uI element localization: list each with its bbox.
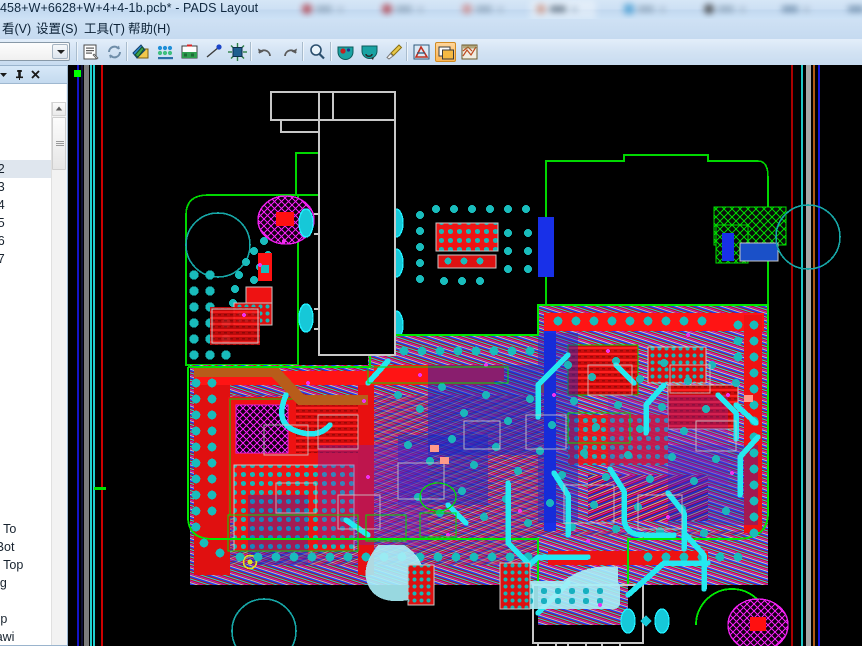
layer-list-item[interactable]: 3 (0, 376, 52, 394)
layer-list-item[interactable]: ayer 2 (0, 160, 52, 178)
menu-settings[interactable]: 设置(S) (36, 21, 78, 37)
blurred-tab (698, 0, 758, 19)
layer-list-item-empty[interactable] (0, 286, 52, 304)
layer-display-panel: ayer 2ayer 3ayer 4ayer 5ayer 6ayer 70123… (0, 65, 68, 646)
layer-list-item[interactable]: 5 (0, 412, 52, 430)
menu-help[interactable]: 帮助(H) (128, 21, 170, 37)
layer-list-item-empty[interactable] (0, 268, 52, 286)
scroll-up-icon[interactable] (52, 102, 66, 116)
layer-list-item[interactable]: ly Drawi (0, 628, 52, 645)
layer-list[interactable]: ayer 2ayer 3ayer 4ayer 5ayer 6ayer 70123… (0, 88, 52, 645)
blurred-tab (456, 0, 516, 19)
refresh-icon[interactable] (104, 42, 125, 62)
layer-list-item[interactable]: 4 (0, 394, 52, 412)
layer-list-item[interactable]: Mask Top (0, 556, 52, 574)
properties-icon[interactable] (80, 42, 101, 62)
layer-list-item[interactable]: 8 (0, 466, 52, 484)
component-chip-icon[interactable] (227, 42, 248, 62)
layer-list-item[interactable]: 5 (0, 592, 52, 610)
undo-icon[interactable] (255, 42, 276, 62)
board-outline-icon[interactable] (179, 42, 200, 62)
obscured-tab-strip (278, 0, 862, 19)
layer-list-item[interactable]: lask Bot (0, 538, 52, 556)
layer-list-item[interactable]: ayer 3 (0, 178, 52, 196)
layer-list-item[interactable]: ayer 4 (0, 196, 52, 214)
design-toolbar-icon[interactable] (131, 42, 152, 62)
main-toolbar: er 2 (0, 39, 862, 66)
blurred-tab (296, 0, 356, 19)
drc-check-icon[interactable] (335, 42, 356, 62)
blurred-tab (376, 0, 436, 19)
layer-list-item[interactable]: 0 (0, 502, 52, 520)
export-dxf-icon[interactable] (411, 42, 432, 62)
title-bar: 458+W+6628+W+4+4-1b.pcb* - PADS Layout (0, 0, 862, 19)
scrollbar-thumb[interactable] (52, 117, 66, 170)
pads-router-icon[interactable] (459, 42, 480, 62)
window-title: 458+W+6628+W+4+4-1b.pcb* - PADS Layout (0, 1, 259, 15)
layer-list-item[interactable]: Mask To (0, 520, 52, 538)
layer-list-item-empty[interactable] (0, 142, 52, 160)
redo-icon[interactable] (279, 42, 300, 62)
pcb-canvas[interactable] (68, 65, 862, 646)
origin-marker-icon (74, 70, 81, 77)
layer-list-item-empty[interactable] (0, 124, 52, 142)
pads-layout-window: 458+W+6628+W+4+4-1b.pcb* - PADS Layout 看… (0, 0, 862, 646)
layer-list-item[interactable]: 6 (0, 430, 52, 448)
layer-list-item-empty[interactable] (0, 304, 52, 322)
blurred-tab (778, 0, 832, 19)
active-layer-combo[interactable]: er 2 (0, 42, 70, 61)
layer-list-item[interactable]: ayer 7 (0, 250, 52, 268)
net-highlight-icon[interactable] (359, 42, 380, 62)
panel-menu-icon[interactable] (0, 68, 10, 81)
layer-list-item[interactable]: en Top (0, 610, 52, 628)
menu-tools[interactable]: 工具(T) (84, 21, 125, 37)
layer-list-item[interactable]: 0 (0, 322, 52, 340)
layer-list-item[interactable]: rawing (0, 574, 52, 592)
layer-list-item-empty[interactable] (0, 88, 52, 106)
panel-close-icon[interactable] (29, 68, 42, 81)
layer-list-item[interactable]: 2 (0, 358, 52, 376)
layer-list-item[interactable]: ayer 6 (0, 232, 52, 250)
layer-stack-icon[interactable] (435, 42, 456, 62)
layer-list-item[interactable]: ayer 5 (0, 214, 52, 232)
layer-list-item[interactable]: 1 (0, 340, 52, 358)
layer-list-scrollbar[interactable] (51, 102, 66, 645)
layer-list-item[interactable]: 7 (0, 448, 52, 466)
layer-list-body: ayer 2ayer 3ayer 4ayer 5ayer 6ayer 70123… (0, 84, 66, 645)
layer-list-item[interactable]: 9 (0, 484, 52, 502)
menu-bar: 看(V) 设置(S) 工具(T) 帮助(H) (0, 19, 862, 39)
chevron-down-icon[interactable] (52, 44, 68, 59)
blurred-tab (844, 0, 862, 19)
blurred-tab-active (530, 0, 596, 19)
menu-view[interactable]: 看(V) (2, 21, 31, 37)
brush-sweep-icon[interactable] (383, 42, 404, 62)
route-trace-icon[interactable] (203, 42, 224, 62)
panel-pin-icon[interactable] (13, 68, 26, 81)
layer-list-item-empty[interactable] (0, 106, 52, 124)
blurred-tab (618, 0, 678, 19)
panel-title-bar (0, 66, 67, 84)
ecad-cluster-icon[interactable] (155, 42, 176, 62)
zoom-icon[interactable] (307, 42, 328, 62)
